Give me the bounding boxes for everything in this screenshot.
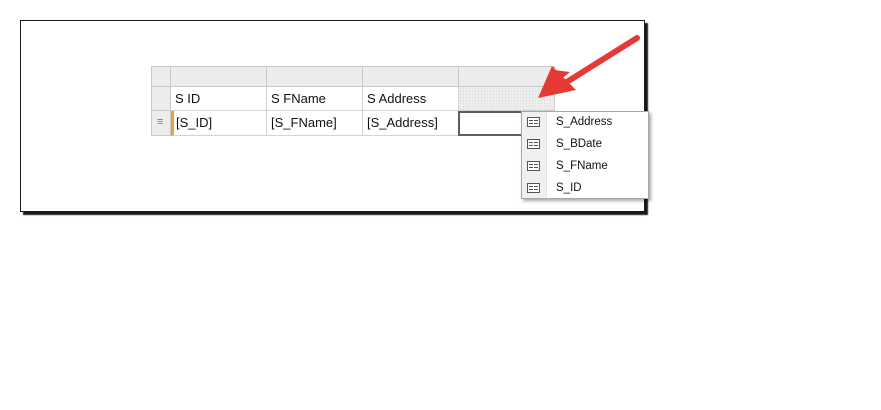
field-item-s-fname[interactable]: S_FName bbox=[522, 156, 648, 178]
header-cell-sfname[interactable]: S FName bbox=[267, 87, 363, 111]
field-item-label: S_FName bbox=[556, 160, 608, 172]
detail-cell-saddress[interactable]: [S_Address] bbox=[363, 111, 459, 136]
field-item-s-address[interactable]: S_Address bbox=[522, 112, 648, 134]
detail-row: ≡ [S_ID] [S_FName] [S_Address] bbox=[151, 111, 556, 136]
field-item-s-bdate[interactable]: S_BDate bbox=[522, 134, 648, 156]
field-icon bbox=[527, 183, 540, 193]
field-icon bbox=[527, 117, 540, 127]
field-item-label: S_ID bbox=[556, 182, 582, 194]
column-handles-row bbox=[151, 66, 555, 87]
detail-row-handle[interactable]: ≡ bbox=[151, 111, 171, 136]
field-icon bbox=[527, 139, 540, 149]
field-icon bbox=[527, 161, 540, 171]
header-cell-sid[interactable]: S ID bbox=[171, 87, 267, 111]
detail-cell-sid[interactable]: [S_ID] bbox=[171, 111, 267, 136]
field-list-dropdown: S_Address S_BDate S_FName S_ID bbox=[521, 111, 649, 199]
corner-handle[interactable] bbox=[151, 66, 171, 87]
details-group-icon: ≡ bbox=[157, 116, 164, 128]
header-row: S ID S FName S Address bbox=[151, 87, 555, 111]
screenshot-canvas: S ID S FName S Address ≡ [S_ID] [S_FName… bbox=[0, 0, 881, 410]
column-handle-1[interactable] bbox=[171, 66, 267, 87]
field-item-s-id[interactable]: S_ID bbox=[522, 178, 648, 200]
field-item-label: S_BDate bbox=[556, 138, 603, 150]
field-item-label: S_Address bbox=[556, 116, 613, 128]
header-row-handle[interactable] bbox=[151, 87, 171, 111]
column-handle-3[interactable] bbox=[363, 66, 459, 87]
column-handle-2[interactable] bbox=[267, 66, 363, 87]
annotation-arrow-icon bbox=[538, 35, 640, 98]
header-cell-saddress[interactable]: S Address bbox=[363, 87, 459, 111]
detail-cell-sfname[interactable]: [S_FName] bbox=[267, 111, 363, 136]
